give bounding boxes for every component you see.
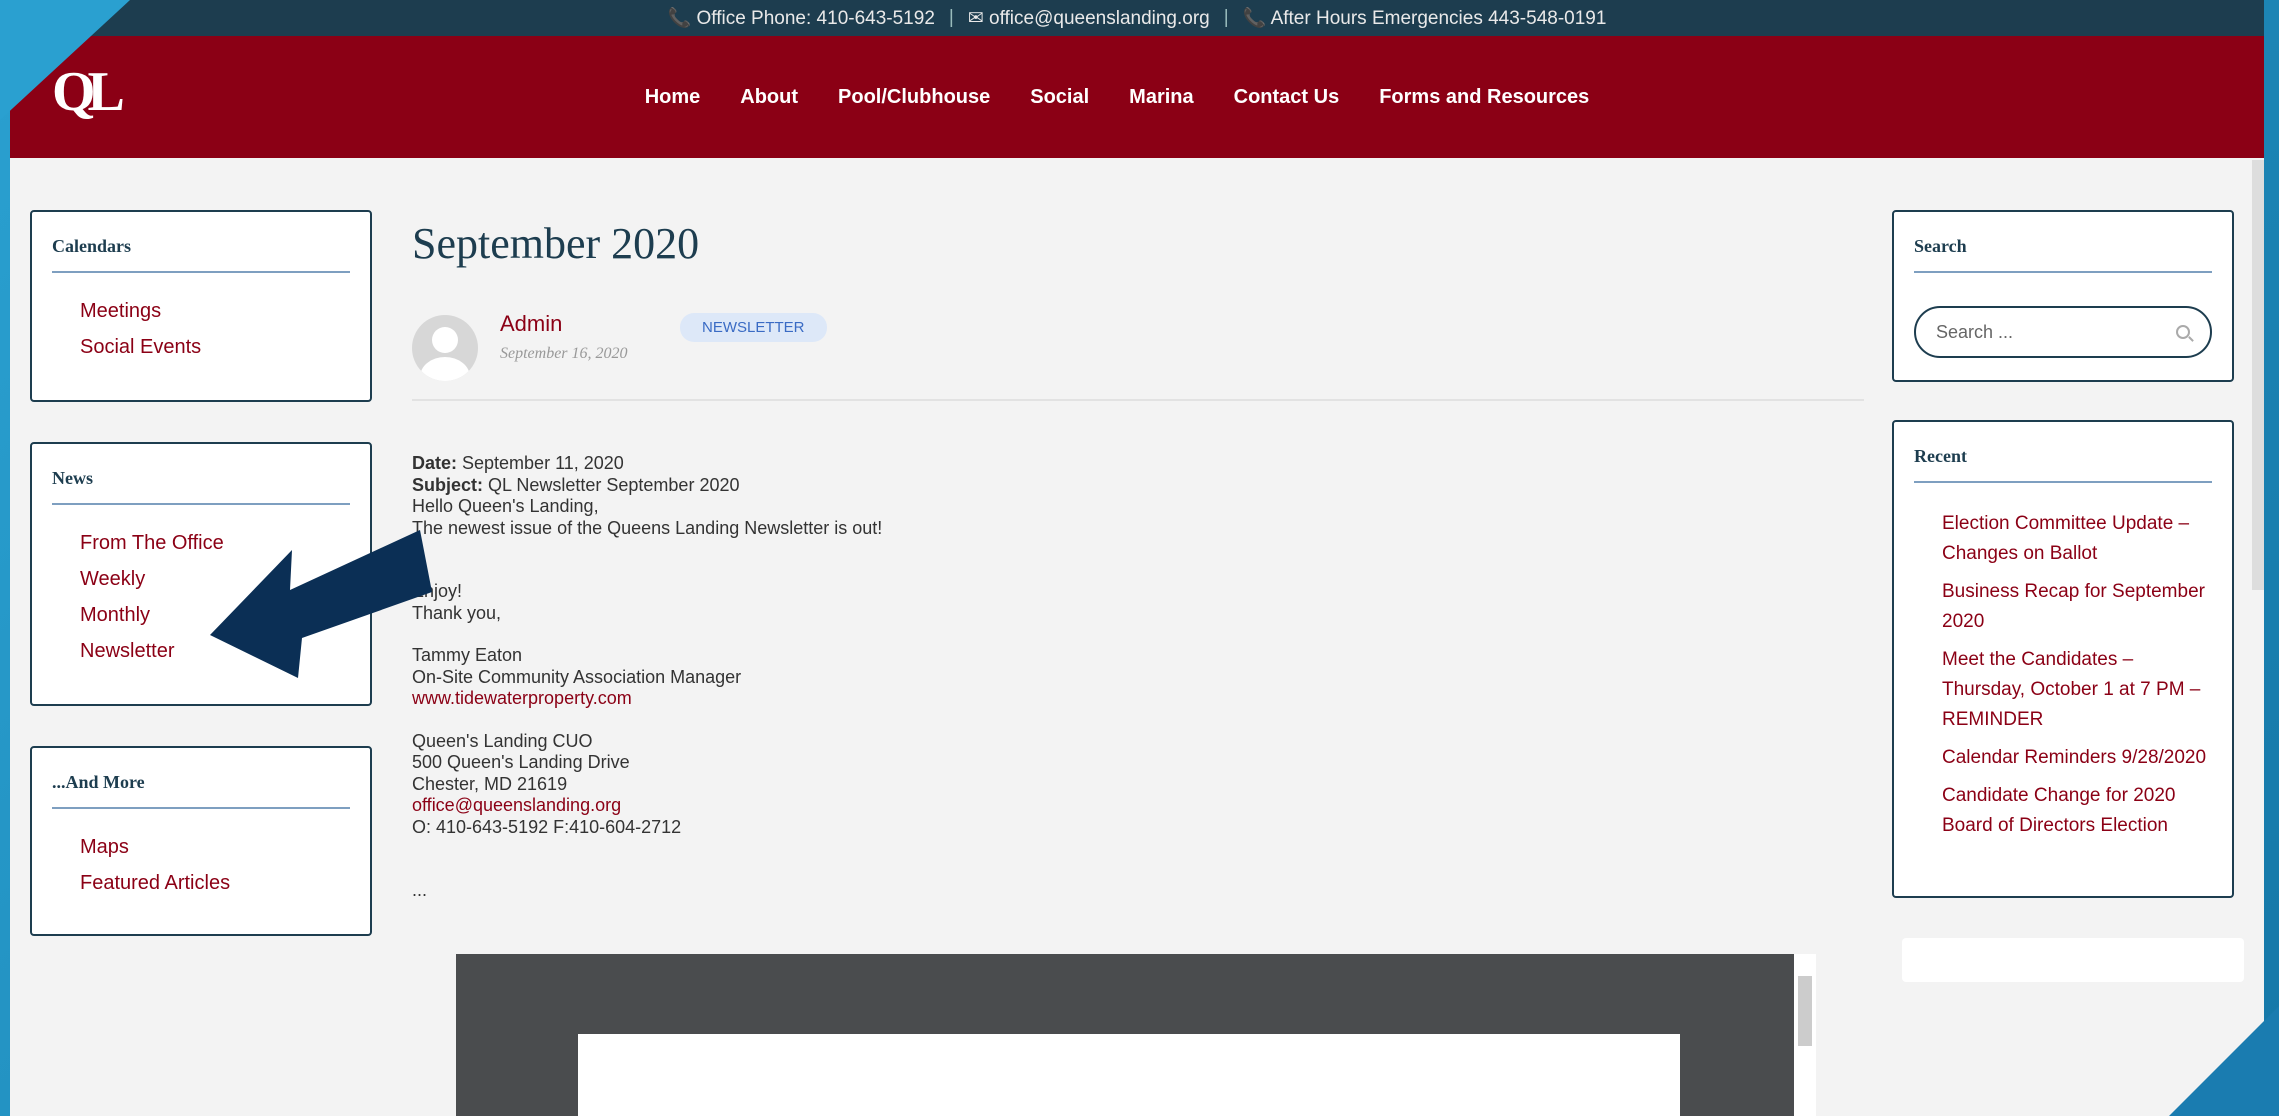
nav-about[interactable]: About: [740, 86, 798, 109]
search-placeholder: Search ...: [1936, 321, 2014, 342]
link-maps[interactable]: Maps: [80, 835, 370, 859]
link-social-events[interactable]: Social Events: [80, 335, 370, 359]
recent-post-link[interactable]: Meet the Candidates – Thursday, October …: [1942, 645, 2210, 735]
office-email[interactable]: ✉ office@queenslanding.org: [968, 7, 1210, 30]
category-badge[interactable]: NEWSLETTER: [680, 313, 827, 342]
arrow-left-icon: [210, 530, 432, 678]
search-input[interactable]: Search ...: [1914, 306, 2212, 358]
nav-social[interactable]: Social: [1030, 86, 1089, 109]
main-nav: Home About Pool/Clubhouse Social Marina …: [10, 36, 2264, 158]
more-widget: ...And More Maps Featured Articles: [30, 746, 372, 936]
text: ...: [412, 880, 428, 900]
search-widget: Search Search ...: [1892, 210, 2234, 382]
text: The newest issue of the Queens Landing N…: [412, 517, 883, 538]
text: QL Newsletter September 2020: [483, 474, 740, 495]
text: Thank you,: [412, 602, 502, 623]
widget-title: Search: [1914, 236, 2212, 273]
recent-post-link[interactable]: Election Committee Update – Changes on B…: [1942, 509, 2210, 569]
post-content: September 2020 Admin September 16, 2020 …: [412, 218, 1864, 902]
page-title: September 2020: [412, 219, 700, 268]
text: On-Site Community Association Manager: [412, 666, 742, 687]
calendars-widget: Calendars Meetings Social Events: [30, 210, 372, 402]
post-date: September 16, 2020: [500, 345, 628, 362]
text: Hello Queen's Landing,: [412, 496, 599, 516]
nav-contact-us[interactable]: Contact Us: [1234, 86, 1340, 109]
widget-title: Calendars: [52, 236, 350, 273]
text: Enjoy!: [412, 581, 463, 601]
recent-widget: Recent Election Committee Update – Chang…: [1892, 420, 2234, 898]
text: September 11, 2020: [457, 453, 624, 473]
text: Chester, MD 21619: [412, 773, 568, 794]
nav-marina[interactable]: Marina: [1129, 86, 1193, 109]
webpage: 📞 Office Phone: 410-643-5192 | ✉ office@…: [10, 0, 2264, 1116]
text: Tammy Eaton: [412, 645, 523, 665]
viewer-scrollbar[interactable]: [1794, 954, 1816, 1116]
label: Date:: [412, 453, 458, 473]
text: Queen's Landing CUO: [412, 730, 593, 751]
label: Subject:: [412, 474, 484, 495]
pdf-page: [578, 1034, 1680, 1116]
search-icon[interactable]: [2176, 325, 2190, 339]
site-header: QL Home About Pool/Clubhouse Social Mari…: [10, 36, 2264, 158]
link-meetings[interactable]: Meetings: [80, 299, 370, 323]
widget-title: News: [52, 468, 350, 505]
page-scrollbar[interactable]: [2252, 160, 2264, 590]
recent-post-link[interactable]: Candidate Change for 2020 Board of Direc…: [1942, 781, 2210, 841]
nav-home[interactable]: Home: [645, 86, 701, 109]
avatar-icon: [412, 315, 478, 381]
widget-title: Recent: [1914, 446, 2212, 483]
post-meta: Admin September 16, 2020 NEWSLETTER: [412, 291, 1864, 401]
link-featured-articles[interactable]: Featured Articles: [80, 871, 370, 895]
emergency-phone[interactable]: 📞 After Hours Emergencies 443-548-0191: [1243, 6, 1607, 30]
post-author[interactable]: Admin: [500, 311, 562, 337]
nav-forms-resources[interactable]: Forms and Resources: [1379, 86, 1589, 109]
text: 500 Queen's Landing Drive: [412, 752, 630, 772]
email-link[interactable]: office@queenslanding.org: [412, 795, 1864, 817]
contact-topbar: 📞 Office Phone: 410-643-5192 | ✉ office@…: [10, 0, 2264, 36]
text: O: 410-643-5192 F:410-604-2712: [412, 816, 682, 837]
website-link[interactable]: www.tidewaterproperty.com: [412, 688, 1864, 710]
pdf-viewer[interactable]: [456, 954, 1816, 1116]
separator: |: [1223, 7, 1229, 28]
separator: |: [948, 7, 954, 28]
recent-post-link[interactable]: Calendar Reminders 9/28/2020: [1942, 743, 2210, 773]
empty-widget: [1902, 938, 2244, 982]
office-phone[interactable]: 📞 Office Phone: 410-643-5192: [668, 6, 935, 30]
nav-pool-clubhouse[interactable]: Pool/Clubhouse: [838, 86, 990, 109]
recent-post-link[interactable]: Business Recap for September 2020: [1942, 577, 2210, 637]
widget-title: ...And More: [52, 772, 350, 809]
post-body: Date: September 11, 2020 Subject: QL New…: [412, 453, 1864, 902]
